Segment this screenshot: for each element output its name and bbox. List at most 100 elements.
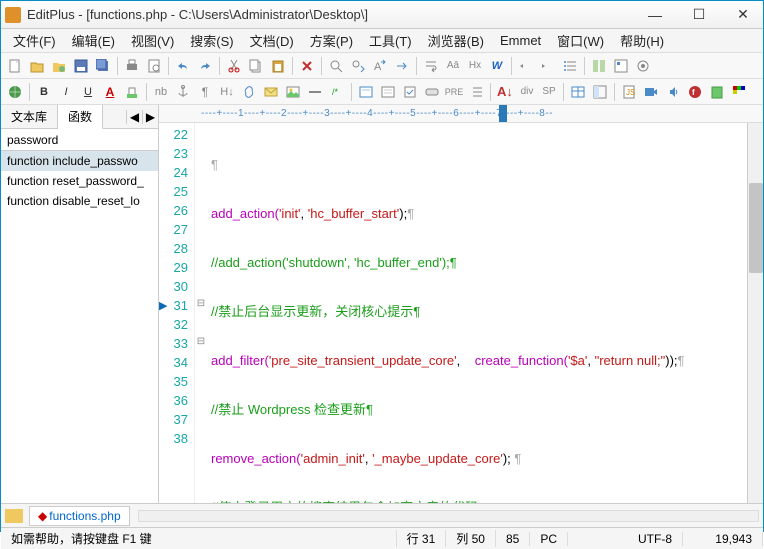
open-remote-icon[interactable] xyxy=(49,56,69,76)
menu-edit[interactable]: 编辑(E) xyxy=(64,29,123,52)
close-button[interactable]: ✕ xyxy=(727,5,759,25)
svg-text:/*: /* xyxy=(332,87,339,97)
textarea-icon[interactable] xyxy=(378,82,398,102)
pre-icon[interactable]: PRE xyxy=(444,82,464,102)
svg-text:f: f xyxy=(692,88,695,97)
scrollbar-thumb[interactable] xyxy=(749,183,763,273)
redo-icon[interactable] xyxy=(195,56,215,76)
clipboard-icon[interactable] xyxy=(707,82,727,102)
config-icon[interactable] xyxy=(611,56,631,76)
function-item[interactable]: function include_passwo xyxy=(1,151,158,171)
flash-icon[interactable]: f xyxy=(685,82,705,102)
function-item[interactable]: function reset_password_ xyxy=(1,171,158,191)
menu-file[interactable]: 文件(F) xyxy=(5,29,64,52)
menu-tools[interactable]: 工具(T) xyxy=(361,29,420,52)
hex-icon[interactable]: Hx xyxy=(465,56,485,76)
save-icon[interactable] xyxy=(71,56,91,76)
video-icon[interactable] xyxy=(641,82,661,102)
toolbar-1: A Aā Hx W xyxy=(1,53,763,79)
comment-icon[interactable]: /* xyxy=(327,82,347,102)
find-icon[interactable] xyxy=(326,56,346,76)
span-icon[interactable]: SP xyxy=(539,82,559,102)
statusbar: 如需帮助，请按键盘 F1 键 行 31 列 50 85 PC UTF-8 19,… xyxy=(1,527,763,549)
settings-icon[interactable] xyxy=(633,56,653,76)
tab-cliptext[interactable]: 文本库 xyxy=(1,105,58,128)
font-icon[interactable]: A↓ xyxy=(495,82,515,102)
palette-icon[interactable] xyxy=(729,82,749,102)
image-icon[interactable] xyxy=(283,82,303,102)
save-all-icon[interactable] xyxy=(93,56,113,76)
audio-icon[interactable] xyxy=(663,82,683,102)
menu-project[interactable]: 方案(P) xyxy=(302,29,361,52)
font-color-icon[interactable]: A xyxy=(100,82,120,102)
function-search-input[interactable] xyxy=(1,129,158,151)
status-col: 列 50 xyxy=(446,530,496,547)
anchor-icon[interactable] xyxy=(173,82,193,102)
heading-icon[interactable]: H↓ xyxy=(217,82,237,102)
goto-icon[interactable] xyxy=(392,56,412,76)
menu-window[interactable]: 窗口(W) xyxy=(549,29,612,52)
link-icon[interactable] xyxy=(239,82,259,102)
tab-functions[interactable]: 函数 xyxy=(58,105,103,129)
editor: ----+----1----+----2----+----3----+----4… xyxy=(159,105,763,503)
list2-icon[interactable] xyxy=(466,82,486,102)
status-mode: PC xyxy=(530,532,568,546)
print-icon[interactable] xyxy=(122,56,142,76)
print-preview-icon[interactable] xyxy=(144,56,164,76)
indent-icon[interactable] xyxy=(516,56,536,76)
column-icon[interactable] xyxy=(589,56,609,76)
code-area[interactable]: ¶ add_action('init', 'hc_buffer_start');… xyxy=(207,123,747,503)
menu-browser[interactable]: 浏览器(B) xyxy=(420,29,492,52)
outdent-icon[interactable] xyxy=(538,56,558,76)
vertical-scrollbar[interactable] xyxy=(747,123,763,503)
form-icon[interactable] xyxy=(356,82,376,102)
menu-document[interactable]: 文档(D) xyxy=(242,29,302,52)
function-item[interactable]: function disable_reset_lo xyxy=(1,191,158,211)
wordwrap-icon[interactable] xyxy=(421,56,441,76)
nbsp-icon[interactable]: nb xyxy=(151,82,171,102)
email-icon[interactable] xyxy=(261,82,281,102)
checkbox-icon[interactable] xyxy=(400,82,420,102)
fold-toggle[interactable]: ⊟ xyxy=(195,332,207,351)
copy-icon[interactable] xyxy=(246,56,266,76)
underline-icon[interactable]: U xyxy=(78,82,98,102)
paragraph-icon[interactable]: ¶ xyxy=(195,82,215,102)
script-icon[interactable]: JS xyxy=(619,82,639,102)
div-icon[interactable]: div xyxy=(517,82,537,102)
folder-icon[interactable] xyxy=(5,509,23,523)
undo-icon[interactable] xyxy=(173,56,193,76)
maximize-button[interactable]: ☐ xyxy=(683,5,715,25)
highlight-icon[interactable] xyxy=(122,82,142,102)
frame-icon[interactable] xyxy=(590,82,610,102)
tab-nav-right[interactable]: ▶ xyxy=(142,110,158,124)
fold-toggle[interactable]: ⊟ xyxy=(195,294,207,313)
line-numbers: 222324 252627 282930 313233 343536 3738 xyxy=(159,123,195,503)
fold-column: ⊟ ⊟ xyxy=(195,123,207,503)
file-tab[interactable]: ◆functions.php xyxy=(29,506,130,526)
menu-view[interactable]: 视图(V) xyxy=(123,29,182,52)
list-icon[interactable] xyxy=(560,56,580,76)
cut-icon[interactable] xyxy=(224,56,244,76)
open-icon[interactable] xyxy=(27,56,47,76)
new-file-icon[interactable] xyxy=(5,56,25,76)
paste-icon[interactable] xyxy=(268,56,288,76)
find-next-icon[interactable] xyxy=(348,56,368,76)
horizontal-scrollbar[interactable] xyxy=(138,510,759,522)
menu-emmet[interactable]: Emmet xyxy=(492,31,549,50)
menubar: 文件(F) 编辑(E) 视图(V) 搜索(S) 文档(D) 方案(P) 工具(T… xyxy=(1,29,763,53)
minimize-button[interactable]: — xyxy=(639,5,671,25)
menu-help[interactable]: 帮助(H) xyxy=(612,29,672,52)
browser-icon[interactable]: W xyxy=(487,56,507,76)
hr-icon[interactable] xyxy=(305,82,325,102)
italic-icon[interactable]: I xyxy=(56,82,76,102)
status-lines: 85 xyxy=(496,532,530,546)
bold-icon[interactable]: B xyxy=(34,82,54,102)
delete-icon[interactable] xyxy=(297,56,317,76)
table-icon[interactable] xyxy=(568,82,588,102)
menu-search[interactable]: 搜索(S) xyxy=(182,29,241,52)
globe-icon[interactable] xyxy=(5,82,25,102)
replace-icon[interactable]: A xyxy=(370,56,390,76)
button-icon[interactable] xyxy=(422,82,442,102)
char-case-icon[interactable]: Aā xyxy=(443,56,463,76)
tab-nav-left[interactable]: ◀ xyxy=(126,110,142,124)
